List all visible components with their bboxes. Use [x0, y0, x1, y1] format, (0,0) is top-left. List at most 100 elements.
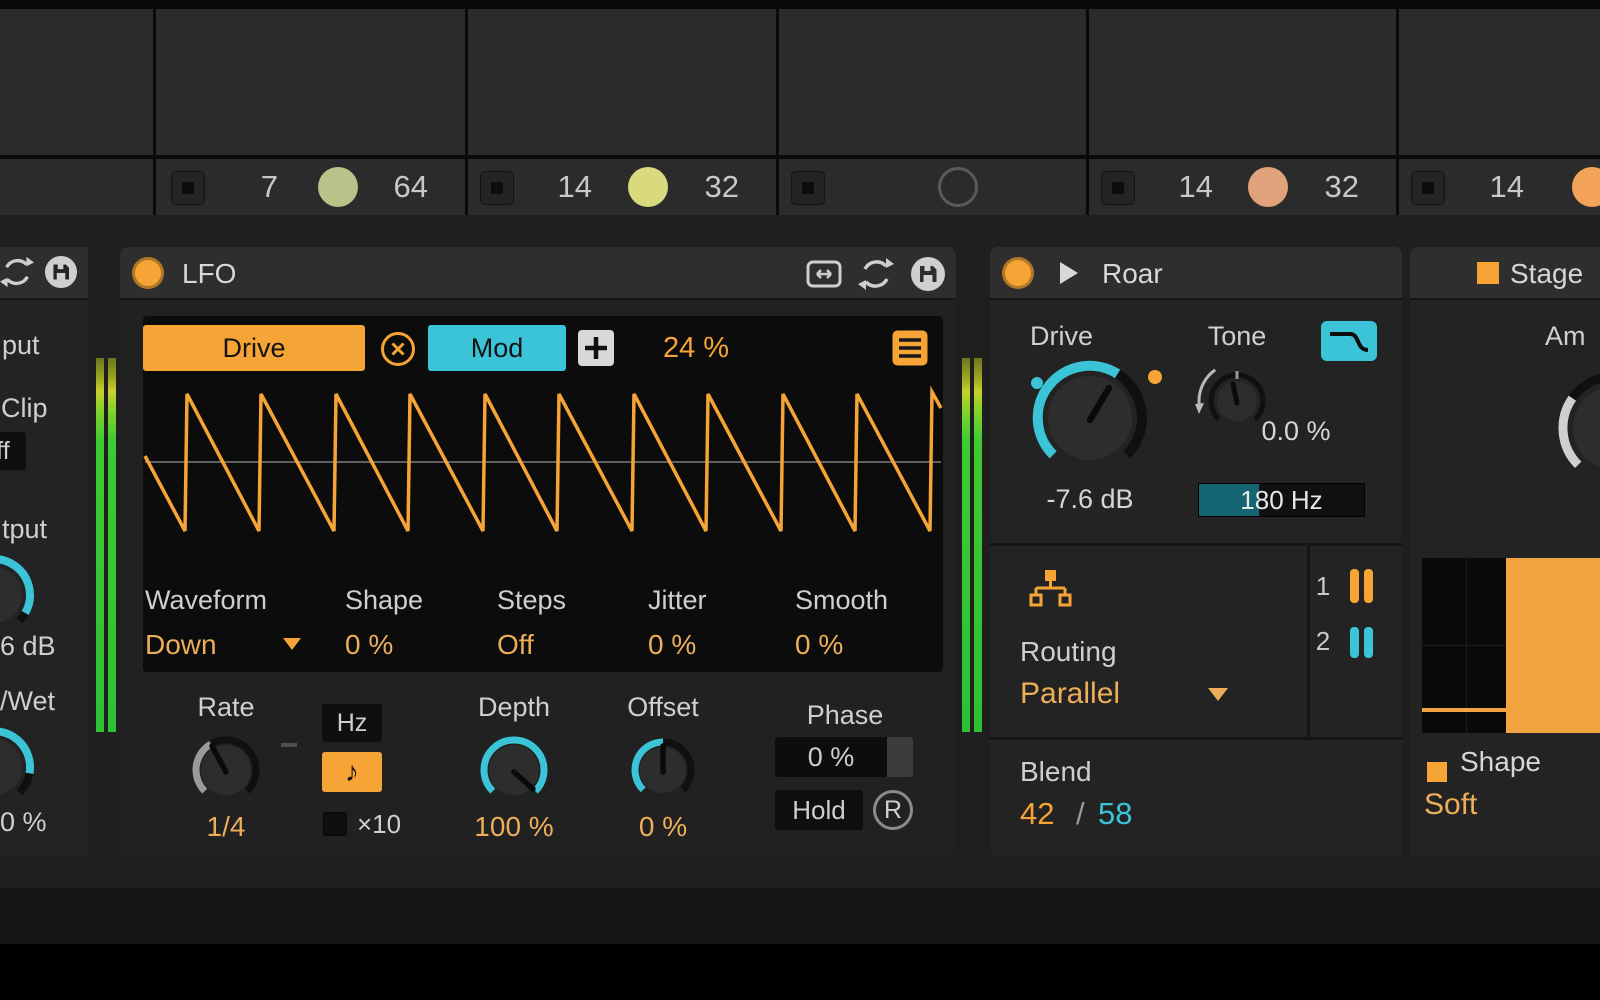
note-icon: ♪: [345, 756, 359, 788]
refresh-icon[interactable]: [858, 256, 894, 292]
roar-device: Roar Drive Tone -7.6 dB 0.0 %: [990, 247, 1402, 857]
depth-knob[interactable]: [474, 730, 554, 810]
bottom-bar: [0, 944, 1600, 1000]
map-target-button[interactable]: Drive: [143, 325, 365, 371]
hold-label: Hold: [792, 795, 845, 826]
hold-button[interactable]: Hold: [775, 790, 863, 830]
tone-filter-icon[interactable]: [1320, 320, 1378, 362]
stage1-meter-bar[interactable]: [1364, 569, 1373, 603]
clipped-value[interactable]: 6 dB: [0, 629, 56, 663]
save-icon[interactable]: [910, 256, 946, 292]
preview-play-icon[interactable]: [1060, 262, 1078, 284]
device-activator-led[interactable]: [1002, 257, 1034, 289]
amount-label: Am: [1545, 319, 1586, 353]
steps-label: Steps: [497, 583, 566, 617]
phase-value-box[interactable]: 0 %: [775, 737, 913, 777]
clipped-toggle[interactable]: ff: [0, 432, 26, 470]
clipped-knob[interactable]: [0, 717, 44, 817]
map-frame-icon[interactable]: [806, 257, 842, 291]
device-partial-left: put t Clip ff tput 6 dB /Wet 0 %: [0, 247, 88, 857]
stage1-meter-bar[interactable]: [1350, 569, 1359, 603]
device-title: LFO: [182, 257, 236, 291]
device-title: Roar: [1102, 257, 1163, 291]
blend-value-a[interactable]: 42: [1020, 796, 1054, 832]
clip-progress-pie-empty: [938, 167, 978, 207]
mod-tab-button[interactable]: Mod: [428, 325, 566, 371]
hz-label: Hz: [337, 709, 368, 738]
x10-checkbox[interactable]: [323, 812, 347, 836]
device-meter-left-l: [96, 358, 104, 732]
x10-label: ×10: [357, 807, 401, 841]
save-icon[interactable]: [44, 255, 78, 289]
device-meter-left-r: [108, 358, 116, 732]
mod-amount-value[interactable]: 24 %: [651, 331, 741, 365]
rate-knob[interactable]: [186, 730, 266, 810]
clip-loop-length: 64: [338, 167, 428, 207]
stage1-number: 1: [1310, 569, 1336, 603]
phase-label: Phase: [785, 698, 905, 732]
lfo-device: LFO Drive: [120, 247, 956, 857]
stage2-meter-bar[interactable]: [1350, 627, 1359, 658]
rate-label: Rate: [166, 690, 286, 724]
depth-label: Depth: [454, 690, 574, 724]
shape-label: Shape: [345, 583, 423, 617]
routing-dropdown-arrow[interactable]: [1208, 688, 1228, 701]
stage-tab[interactable]: Stage: [1510, 247, 1583, 300]
blend-separator: /: [1076, 796, 1085, 832]
steps-value[interactable]: Off: [497, 628, 534, 662]
device-activator-led[interactable]: [132, 257, 164, 289]
drive-knob[interactable]: [1025, 353, 1155, 483]
add-mapping-icon[interactable]: [576, 328, 616, 368]
drive-mod-dot-cyan: [1031, 377, 1043, 389]
lfo-waveform-display: [143, 378, 943, 544]
shaper-curve-block: [1506, 558, 1600, 733]
clip-loop-length: 32: [649, 167, 739, 207]
rate-sync-button[interactable]: ♪: [322, 752, 382, 792]
tone-freq-value[interactable]: 180 Hz: [1199, 484, 1364, 516]
tone-freq-box[interactable]: 180 Hz: [1198, 483, 1365, 517]
mapping-list-icon[interactable]: [891, 329, 929, 367]
clip-stop-button[interactable]: [791, 171, 825, 205]
stage2-meter-bar[interactable]: [1364, 627, 1373, 658]
stop-icon: [802, 182, 814, 194]
waveform-dropdown-arrow[interactable]: [283, 638, 301, 650]
clipped-label: tput: [2, 512, 47, 546]
shape-value[interactable]: Soft: [1424, 788, 1477, 822]
unmap-icon[interactable]: [380, 331, 416, 367]
phase-drag-handle[interactable]: [887, 737, 913, 777]
shape-value[interactable]: 0 %: [345, 628, 393, 662]
device-meter-right-l: [962, 358, 970, 732]
jitter-value[interactable]: 0 %: [648, 628, 696, 662]
clipped-value[interactable]: 0 %: [0, 805, 47, 839]
refresh-icon[interactable]: [0, 255, 34, 289]
ableton-live-window: 7 64 14 32 14 32 14: [0, 0, 1600, 1000]
depth-value[interactable]: 100 %: [454, 810, 574, 844]
drive-value[interactable]: -7.6 dB: [1010, 482, 1170, 516]
retrigger-button[interactable]: R: [873, 790, 913, 830]
routing-value[interactable]: Parallel: [1020, 676, 1120, 712]
blend-value-b[interactable]: 58: [1098, 796, 1132, 832]
shaper-curve-line: [1422, 708, 1506, 712]
clipped-label: t Clip: [0, 391, 48, 425]
routing-icon: [1028, 566, 1072, 610]
device-title-bar: [0, 247, 88, 300]
amount-knob[interactable]: [1545, 358, 1600, 498]
section-divider: [990, 737, 1402, 740]
scene-divider: [0, 0, 1600, 9]
phase-value[interactable]: 0 %: [775, 737, 887, 777]
smooth-value[interactable]: 0 %: [795, 628, 843, 662]
roar-stage-panel: Stage Am Shape Soft: [1410, 247, 1600, 857]
clip-progress-pie: [1572, 167, 1600, 207]
tone-value[interactable]: 0.0 %: [1236, 414, 1356, 448]
offset-knob[interactable]: [625, 732, 701, 808]
rate-value[interactable]: 1/4: [166, 810, 286, 844]
stage-tab-bar: Stage: [1410, 247, 1600, 300]
lfo-display: Drive Mod 24 %: [143, 316, 943, 672]
offset-value[interactable]: 0 %: [603, 810, 723, 844]
track-divider: [465, 0, 468, 215]
waveform-label: Waveform: [145, 583, 267, 617]
rate-hz-button[interactable]: Hz: [322, 704, 382, 742]
track-divider: [1086, 0, 1089, 215]
status-strip: [0, 888, 1600, 944]
waveform-value[interactable]: Down: [145, 628, 217, 662]
